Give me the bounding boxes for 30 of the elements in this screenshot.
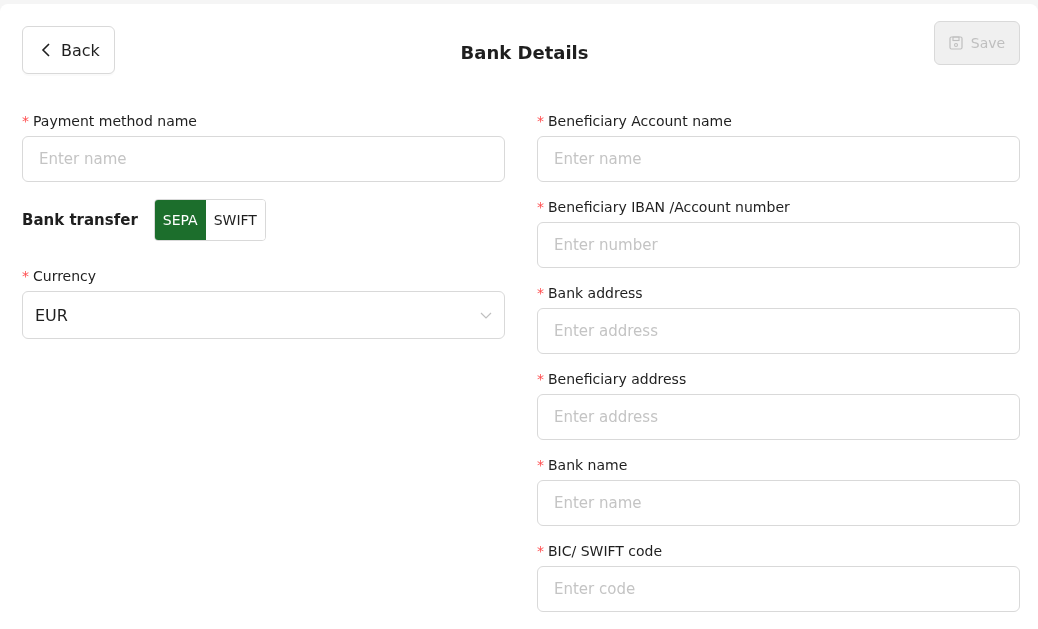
field-label: Beneficiary IBAN /Account number bbox=[548, 198, 790, 217]
required-mark: * bbox=[22, 112, 29, 131]
field-label: Beneficiary address bbox=[548, 370, 687, 389]
text-field[interactable]: Enter address bbox=[537, 308, 1020, 354]
required-mark: * bbox=[537, 112, 544, 131]
segment-option[interactable]: SEPA bbox=[154, 200, 206, 240]
text-field[interactable]: Enter name bbox=[537, 136, 1020, 182]
text-field[interactable]: Enter code bbox=[537, 566, 1020, 612]
currency-select[interactable]: EUR bbox=[22, 291, 505, 339]
required-mark: * bbox=[537, 456, 544, 475]
required-mark: * bbox=[537, 542, 544, 561]
text-field[interactable]: Enter address bbox=[537, 394, 1020, 440]
field-label: Bank name bbox=[548, 456, 628, 475]
field-label: Beneficiary Account name bbox=[548, 112, 732, 131]
field-label: Currency bbox=[33, 267, 97, 286]
required-mark: * bbox=[537, 370, 544, 389]
text-field[interactable]: Enter name bbox=[22, 136, 505, 182]
chevron-left-icon bbox=[39, 43, 53, 57]
toggle-label: Bank transfer bbox=[22, 211, 138, 229]
save-icon bbox=[948, 36, 963, 50]
field-label: Bank address bbox=[548, 284, 643, 303]
text-field[interactable]: Enter name bbox=[537, 480, 1020, 526]
required-mark: * bbox=[537, 284, 544, 303]
required-mark: * bbox=[537, 198, 544, 217]
back-button[interactable]: Back bbox=[22, 26, 115, 74]
field-label: BIC/ SWIFT code bbox=[548, 542, 663, 561]
field-label: Payment method name bbox=[33, 112, 197, 131]
page-title: Bank Details bbox=[460, 42, 589, 63]
text-field[interactable]: Enter number bbox=[537, 222, 1020, 268]
required-mark: * bbox=[22, 267, 29, 286]
